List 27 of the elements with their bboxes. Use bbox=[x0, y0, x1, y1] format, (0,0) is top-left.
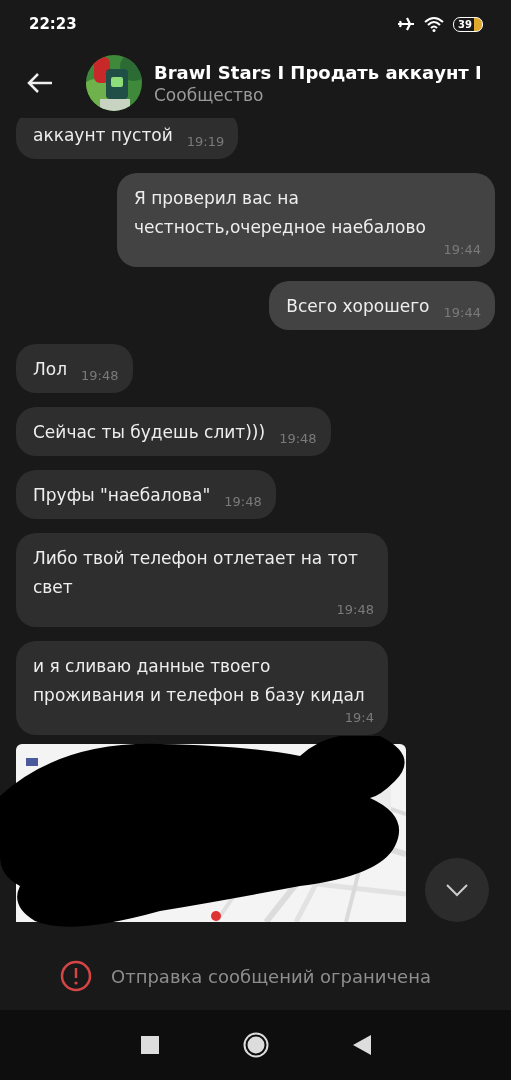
message-text: Сейчас ты будешь слит))) bbox=[33, 421, 266, 444]
recents-icon[interactable] bbox=[140, 1036, 159, 1054]
restriction-notice: Отправка сообщений ограничена bbox=[111, 965, 431, 987]
message-time: 19:48 bbox=[278, 431, 317, 447]
message-time: 19:19 bbox=[185, 134, 225, 150]
message-text: Я проверил вас на честность,очередное наебалово bbox=[134, 187, 427, 239]
chevron-down-icon bbox=[445, 883, 469, 897]
airplane-icon bbox=[397, 16, 416, 32]
message-time: 19:4 bbox=[343, 710, 374, 726]
back-icon[interactable] bbox=[352, 1035, 371, 1055]
wifi-icon bbox=[424, 16, 445, 32]
message-time: 19:48 bbox=[80, 368, 119, 384]
status-time: 22:23 bbox=[29, 15, 77, 33]
message-text: Либо твой телефон отлетает на тот свет bbox=[33, 547, 359, 599]
back-arrow-icon[interactable] bbox=[26, 72, 54, 94]
battery-icon: 39 bbox=[453, 16, 483, 32]
message-text: и я сливаю данные твоего проживания и телефон в базу кидал bbox=[33, 655, 366, 707]
home-icon[interactable] bbox=[242, 1032, 269, 1058]
message-time: 19:48 bbox=[223, 494, 262, 510]
message-text: Пруфы "наебалова" bbox=[33, 484, 211, 507]
message-time: 19:48 bbox=[335, 602, 374, 618]
message-text: Всего хорошего bbox=[286, 295, 430, 318]
chat-subtitle: Сообщество bbox=[154, 84, 265, 105]
warning-icon bbox=[60, 960, 92, 992]
message-text: Лол bbox=[33, 358, 68, 381]
message-text: аккаунт пустой bbox=[33, 124, 173, 147]
chat-title: Brawl Stars I Продать аккаунт I bbox=[154, 61, 482, 83]
